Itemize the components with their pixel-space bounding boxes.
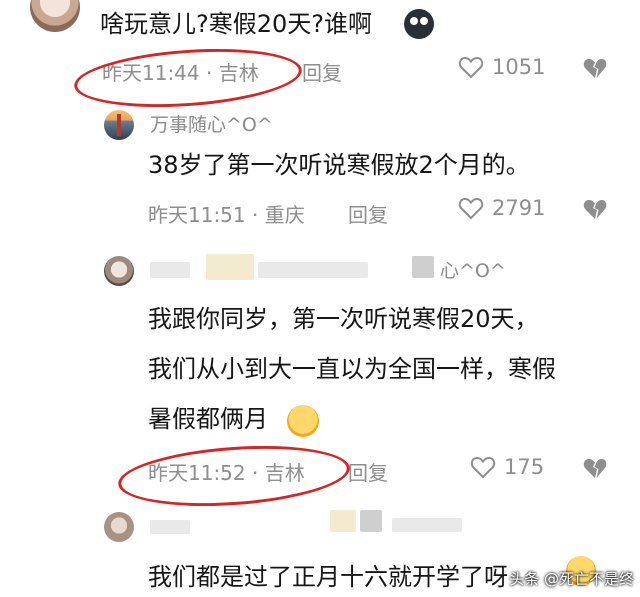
reply-text-line: 暑假都俩月 [148,405,268,433]
heart-outline-icon [458,197,484,220]
redacted-username [392,518,462,532]
redacted-username [258,262,368,278]
avatar[interactable] [104,256,134,286]
reply-username[interactable]: 万事随心^O^ [150,110,273,137]
like-count: 175 [504,455,545,479]
dark-emoji-icon [404,9,434,39]
annotation-circle [72,42,304,114]
redacted-username [150,262,190,278]
annotation-circle [116,438,352,514]
like-button[interactable]: 175 [470,455,544,479]
like-count: 2791 [492,196,546,220]
reply-username[interactable]: 心^O^ [440,256,506,283]
broken-heart-icon[interactable] [582,456,608,480]
like-button[interactable]: 2791 [458,196,545,220]
reply-text-line: 我们从小到大一直以为全国一样，寒假 [148,355,556,383]
redacted-username [330,510,356,532]
redacted-username [412,256,434,278]
avatar[interactable] [104,512,134,542]
reply-text-line: 我跟你同岁，第一次听说寒假20天， [148,305,539,333]
heart-outline-icon [470,456,496,479]
reply-text: 38岁了第一次听说寒假放2个月的。 [148,151,530,179]
avatar[interactable] [30,0,80,32]
comment-text: 啥玩意儿?寒假20天?谁啊 [100,10,373,38]
like-count: 1051 [492,55,546,79]
heart-outline-icon [458,56,484,79]
redacted-username [360,510,382,532]
broken-heart-icon[interactable] [582,56,608,80]
watermark: 头条 @死亡不是终 [509,570,634,588]
reply-button[interactable]: 回复 [302,57,342,86]
reply-time-location: 昨天11:51 · 重庆 [148,203,305,227]
face-emoji-icon [287,405,319,437]
reply-button[interactable]: 回复 [348,457,388,486]
redacted-username [206,254,254,280]
redacted-username [150,520,190,534]
avatar[interactable] [104,110,134,140]
like-button[interactable]: 1051 [458,55,545,79]
broken-heart-icon[interactable] [582,197,608,221]
reply-button[interactable]: 回复 [348,199,388,228]
reply-text: 我们都是过了正月十六就开学了呀 [148,563,508,591]
